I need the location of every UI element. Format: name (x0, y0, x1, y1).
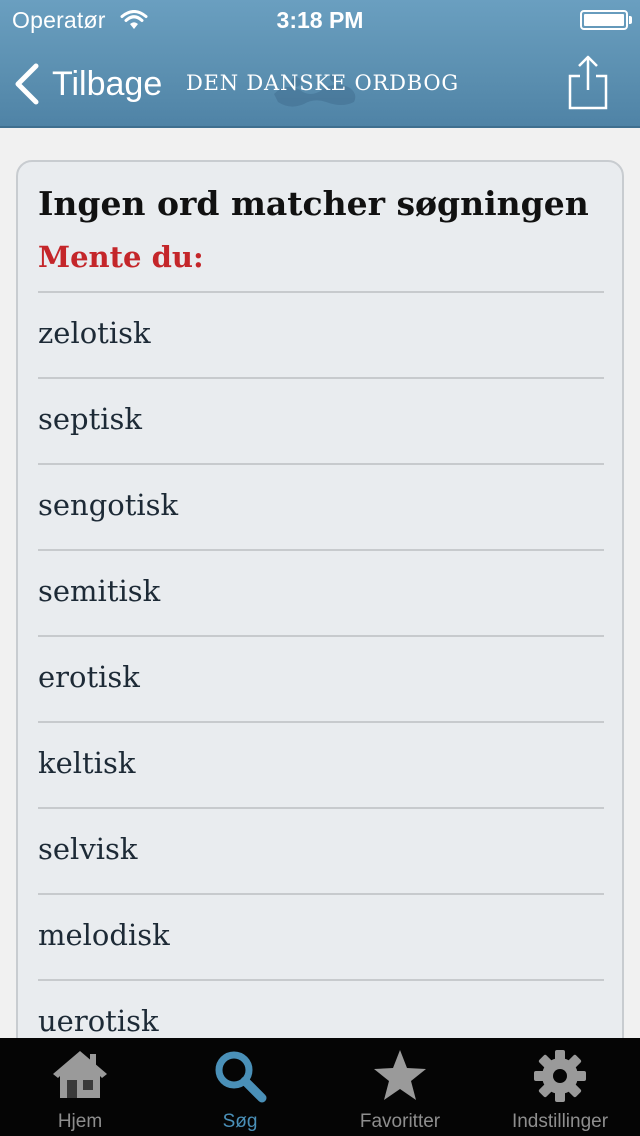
back-button-label: Tilbage (52, 64, 163, 103)
tab-settings[interactable]: Indstillinger (480, 1038, 640, 1136)
tab-bar: Hjem Søg Favoritter Indstillinger (0, 1038, 640, 1136)
suggestion-word: septisk (38, 402, 142, 436)
suggestion-item[interactable]: sengotisk (38, 463, 604, 549)
suggestion-word: sengotisk (38, 488, 179, 522)
house-icon (53, 1051, 107, 1098)
tab-home-label: Hjem (57, 1111, 103, 1132)
tab-search-label: Søg (222, 1111, 258, 1132)
suggestion-item[interactable]: keltisk (38, 721, 604, 807)
gear-icon (534, 1050, 586, 1102)
tab-favorites-label: Favoritter (359, 1111, 441, 1132)
app-title: DEN DANSKE ORDBOG (186, 71, 459, 95)
tab-settings-label: Indstillinger (511, 1111, 609, 1132)
tab-home[interactable]: Hjem (0, 1038, 160, 1136)
suggestion-word: melodisk (38, 918, 170, 952)
suggestion-item[interactable]: zelotisk (38, 291, 604, 377)
suggestion-word: selvisk (38, 832, 138, 866)
suggestion-item[interactable]: septisk (38, 377, 604, 463)
suggestion-word: semitisk (38, 574, 161, 608)
battery-icon (580, 10, 632, 30)
suggestion-word: uerotisk (38, 1004, 159, 1038)
top-bar: Operatør 3:18 PM Tilbage DEN DANSKE ORDB… (0, 0, 640, 128)
tab-favorites[interactable]: Favoritter (320, 1038, 480, 1136)
no-match-heading: Ingen ord matcher søgningen (38, 184, 589, 223)
suggestion-list: zelotisk septisk sengotisk semitisk erot… (38, 291, 604, 1058)
back-button[interactable]: Tilbage (12, 62, 162, 106)
app-logo: DEN DANSKE ORDBOG (186, 68, 459, 108)
suggestion-word: zelotisk (38, 316, 151, 350)
share-button[interactable] (566, 52, 610, 112)
suggestion-item[interactable]: semitisk (38, 549, 604, 635)
magnifier-icon (215, 1051, 267, 1103)
status-bar: Operatør 3:18 PM (0, 0, 640, 40)
suggestion-item[interactable]: erotisk (38, 635, 604, 721)
did-you-mean-label: Mente du: (38, 240, 204, 274)
suggestion-item[interactable]: selvisk (38, 807, 604, 893)
tab-search[interactable]: Søg (160, 1038, 320, 1136)
suggestion-word: erotisk (38, 660, 140, 694)
search-result-card: Ingen ord matcher søgningen Mente du: ze… (16, 160, 624, 1060)
clock: 3:18 PM (276, 7, 364, 33)
chevron-left-icon (15, 63, 39, 105)
star-icon (374, 1050, 426, 1100)
navigation-bar: Tilbage DEN DANSKE ORDBOG (0, 40, 640, 128)
suggestion-word: keltisk (38, 746, 136, 780)
suggestion-item[interactable]: melodisk (38, 893, 604, 979)
